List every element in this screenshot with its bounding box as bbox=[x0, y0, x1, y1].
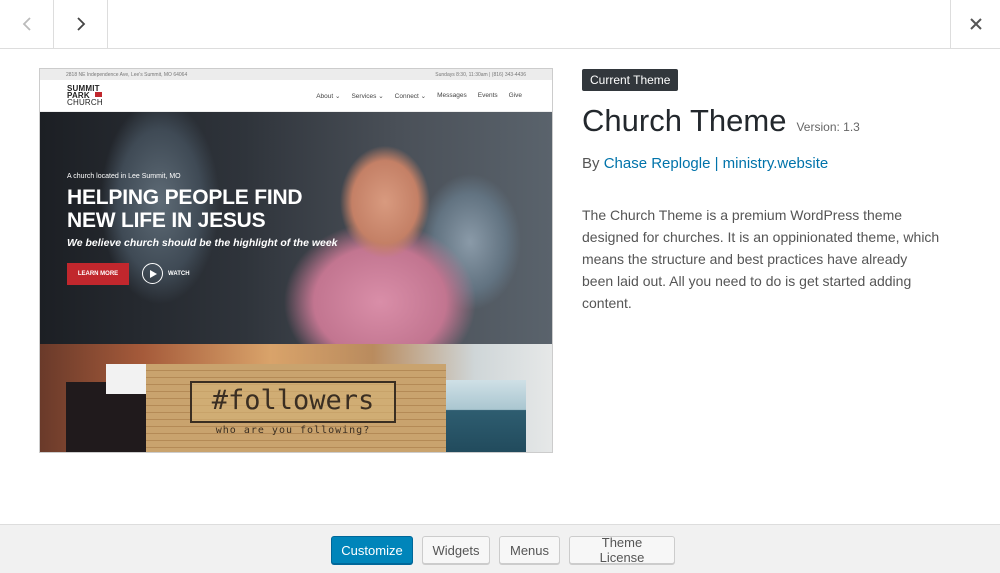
watch-label: WATCH bbox=[168, 270, 190, 277]
preview-address: 2818 NE Independence Ave, Lee's Summit, … bbox=[66, 72, 188, 78]
author-prefix: By bbox=[582, 155, 604, 172]
theme-title: Church Theme Version: 1.3 bbox=[582, 103, 860, 139]
preview-menu-item: Messages bbox=[437, 92, 467, 99]
current-theme-badge: Current Theme bbox=[582, 69, 679, 91]
theme-screenshot: 2818 NE Independence Ave, Lee's Summit, … bbox=[39, 68, 553, 453]
theme-license-button[interactable]: Theme License bbox=[569, 535, 675, 565]
widgets-button[interactable]: Widgets bbox=[422, 536, 490, 564]
preview-watch: WATCH bbox=[142, 263, 190, 284]
hero-title-line-2: NEW LIFE IN JESUS bbox=[67, 209, 266, 232]
preview-top-strip: 2818 NE Independence Ave, Lee's Summit, … bbox=[40, 69, 552, 80]
preview-lower-image: #followers who are you following? bbox=[40, 344, 552, 452]
preview-white-panel bbox=[106, 364, 146, 394]
chevron-left-icon bbox=[22, 17, 31, 31]
next-theme-button[interactable] bbox=[54, 0, 108, 48]
preview-logo: SUMMIT PARK CHURCH bbox=[67, 85, 103, 107]
close-icon bbox=[969, 18, 982, 30]
sign-text: #followers bbox=[211, 385, 375, 416]
preview-menu-item: Give bbox=[508, 92, 522, 99]
chevron-right-icon bbox=[76, 17, 85, 31]
hero-kicker: A church located in Lee Summit, MO bbox=[67, 173, 181, 180]
preview-sea-panel bbox=[446, 380, 526, 452]
play-icon bbox=[142, 263, 163, 284]
logo-flag-icon bbox=[95, 92, 102, 97]
theme-actions-footer: Customize Widgets Menus Theme License bbox=[0, 524, 1000, 573]
preview-sign: #followers bbox=[190, 381, 396, 423]
preview-hours: Sundays 8:30, 11:30am | (816) 343-4436 bbox=[435, 72, 526, 78]
menus-button[interactable]: Menus bbox=[499, 536, 560, 564]
hero-title-line-1: HELPING PEOPLE FIND bbox=[67, 186, 303, 209]
customize-button[interactable]: Customize bbox=[331, 536, 413, 564]
preview-hero-image: A church located in Lee Summit, MO HELPI… bbox=[40, 112, 552, 344]
theme-author: By Chase Replogle | ministry.website bbox=[582, 155, 828, 172]
previous-theme-button[interactable] bbox=[0, 0, 54, 48]
preview-menu-item: Events bbox=[477, 92, 498, 99]
preview-learn-more-button: LEARN MORE bbox=[67, 263, 129, 285]
preview-header: SUMMIT PARK CHURCH About ⌄ Services ⌄ Co… bbox=[40, 80, 552, 112]
logo-line-3: CHURCH bbox=[67, 98, 103, 107]
preview-menu: About ⌄ Services ⌄ Connect ⌄ Messages Ev… bbox=[316, 92, 522, 100]
top-bar bbox=[0, 0, 1000, 49]
preview-menu-item: About ⌄ bbox=[316, 93, 341, 100]
sign-subtext: who are you following? bbox=[215, 425, 371, 436]
hero-subtitle: We believe church should be the highligh… bbox=[67, 237, 338, 249]
preview-menu-item: Connect ⌄ bbox=[394, 93, 427, 100]
author-link[interactable]: Chase Replogle | ministry.website bbox=[604, 155, 829, 172]
theme-description: The Church Theme is a premium WordPress … bbox=[582, 207, 940, 311]
theme-name: Church Theme bbox=[582, 103, 787, 138]
theme-version: Version: 1.3 bbox=[796, 120, 860, 134]
close-button[interactable] bbox=[950, 0, 1000, 48]
preview-menu-item: Services ⌄ bbox=[351, 93, 384, 100]
hero-title: HELPING PEOPLE FIND NEW LIFE IN JESUS bbox=[67, 186, 303, 232]
